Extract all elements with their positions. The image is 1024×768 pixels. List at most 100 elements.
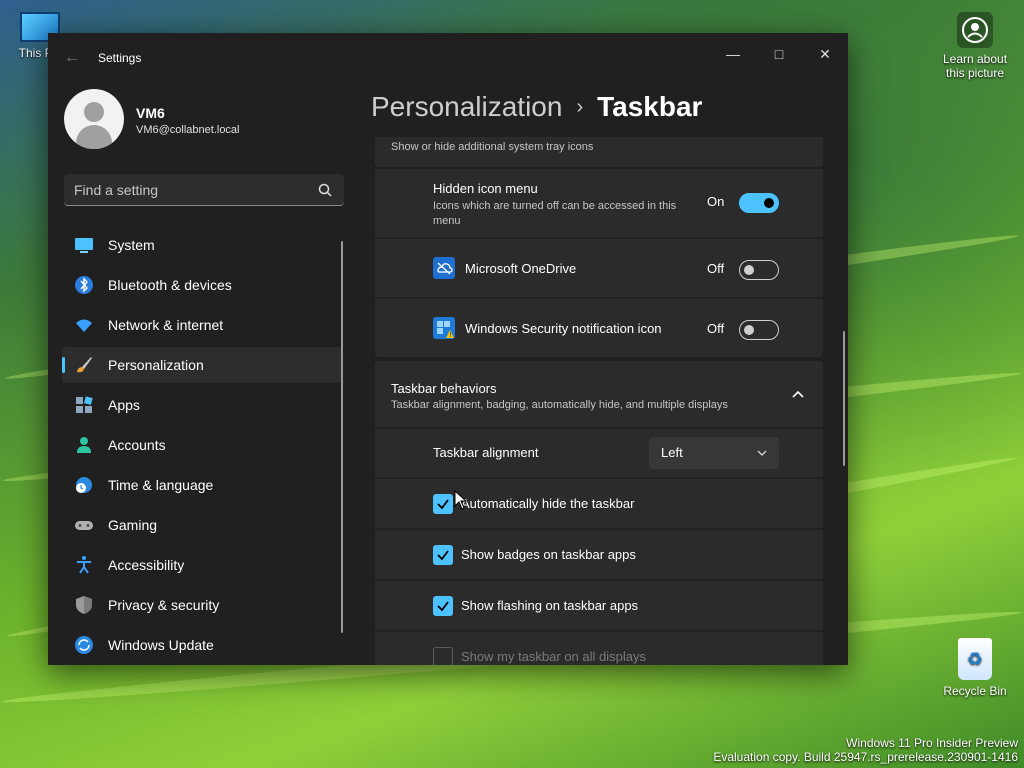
watermark-line-2: Evaluation copy. Build 25947.rs_prerelea… (713, 750, 1018, 764)
globe-clock-icon (76, 477, 92, 493)
camera-icon (957, 12, 993, 48)
page-title: Taskbar (597, 91, 703, 122)
search-icon[interactable] (318, 183, 332, 197)
accessibility-icon (77, 556, 91, 574)
all-displays-label: Show my taskbar on all displays (461, 649, 646, 664)
all-displays-checkbox[interactable] (433, 647, 453, 665)
auto-hide-label: Automatically hide the taskbar (461, 496, 635, 511)
search-box (64, 174, 344, 206)
sidebar-item-personalization[interactable]: Personalization (62, 347, 342, 383)
chevron-right-icon: › (576, 96, 584, 118)
badges-checkbox[interactable] (433, 545, 453, 565)
back-arrow-icon[interactable]: ← (64, 49, 80, 67)
sidebar-item-accessibility[interactable]: Accessibility (62, 547, 342, 583)
sidebar-item-label: Apps (108, 397, 140, 413)
sidebar-item-label: Bluetooth & devices (108, 277, 232, 293)
person-icon (77, 437, 91, 453)
hidden-icon-menu-description: Icons which are turned off can be access… (433, 200, 677, 227)
wifi-icon (76, 319, 92, 332)
brush-icon (77, 357, 92, 373)
breadcrumb: Personalization › Taskbar (371, 91, 702, 123)
maximize-button[interactable]: □ (756, 39, 802, 69)
update-icon (75, 636, 93, 654)
sidebar-item-accounts[interactable]: Accounts (62, 427, 342, 463)
sidebar-item-label: Accounts (108, 437, 166, 453)
monitor-icon (75, 238, 93, 253)
settings-content: Show or hide additional system tray icon… (375, 137, 823, 665)
taskbar-behaviors-title: Taskbar behaviors (391, 381, 497, 396)
desktop-icon-recycle-bin[interactable]: ♻ Recycle Bin (940, 638, 1010, 698)
onedrive-toggle[interactable] (739, 260, 779, 280)
taskbar-alignment-dropdown[interactable]: Left (649, 437, 779, 469)
windows-security-icon: ! (433, 317, 455, 339)
sidebar-item-system[interactable]: System (62, 227, 342, 263)
evaluation-watermark: Windows 11 Pro Insider Preview Evaluatio… (713, 736, 1018, 764)
flashing-checkbox[interactable] (433, 596, 453, 616)
sidebar-item-label: Network & internet (108, 317, 224, 333)
onedrive-icon (433, 257, 455, 279)
windows-security-state: Off (707, 321, 725, 336)
sidebar-scrollbar[interactable] (341, 241, 343, 633)
mouse-cursor-icon (454, 490, 468, 510)
minimize-button[interactable]: — (710, 39, 756, 69)
chevron-down-icon (757, 450, 767, 456)
svg-text:!: ! (449, 332, 451, 339)
tray-icons-header-card[interactable]: Show or hide additional system tray icon… (375, 137, 823, 167)
badges-row: Show badges on taskbar apps (375, 530, 823, 579)
sidebar-item-privacy[interactable]: Privacy & security (62, 587, 342, 623)
sidebar-item-bluetooth[interactable]: Bluetooth & devices (62, 267, 342, 303)
sidebar-item-label: Privacy & security (108, 597, 220, 613)
hidden-icon-menu-state: On (707, 194, 725, 209)
search-input[interactable] (74, 180, 304, 200)
onedrive-row: Microsoft OneDrive Off (375, 239, 823, 297)
checkmark-icon (437, 550, 449, 561)
desktop-icon-learn-about-picture[interactable]: Learn about this picture (936, 12, 1014, 80)
sidebar-item-network[interactable]: Network & internet (62, 307, 342, 343)
windows-security-title: Windows Security notification icon (465, 321, 662, 336)
checkmark-icon (437, 601, 449, 612)
watermark-line-1: Windows 11 Pro Insider Preview (846, 736, 1018, 750)
learn-label-2: this picture (945, 66, 1005, 80)
chevron-up-icon[interactable] (789, 385, 807, 403)
user-email: VM6@collabnet.local (136, 124, 240, 136)
close-button[interactable]: ✕ (802, 39, 848, 69)
settings-window: ← Settings — □ ✕ VM6 VM6@collabnet.local… (48, 33, 848, 665)
all-displays-row: Show my taskbar on all displays (375, 632, 823, 665)
taskbar-alignment-row: Taskbar alignment Left (375, 429, 823, 477)
sidebar-item-label: Personalization (108, 357, 204, 373)
onedrive-title: Microsoft OneDrive (465, 261, 577, 276)
sidebar-item-label: Gaming (108, 517, 158, 533)
flashing-row: Show flashing on taskbar apps (375, 581, 823, 630)
shield-icon (76, 596, 92, 614)
sidebar-item-windows-update[interactable]: Windows Update (62, 627, 342, 663)
learn-label-1: Learn about (942, 52, 1008, 66)
title-bar[interactable]: ← Settings — □ ✕ (48, 33, 848, 81)
windows-security-row: ! Windows Security notification icon Off (375, 299, 823, 357)
hidden-icon-menu-toggle[interactable] (739, 193, 779, 213)
window-title: Settings (98, 51, 142, 65)
sidebar-item-label: Windows Update (108, 637, 214, 653)
gamepad-icon (75, 521, 93, 530)
auto-hide-checkbox[interactable] (433, 494, 453, 514)
sidebar-item-gaming[interactable]: Gaming (62, 507, 342, 543)
bluetooth-icon (75, 276, 93, 294)
avatar (64, 89, 124, 149)
apps-icon (76, 396, 93, 413)
checkmark-icon (437, 499, 449, 510)
tray-icons-description: Show or hide additional system tray icon… (391, 141, 594, 153)
taskbar-behaviors-description: Taskbar alignment, badging, automaticall… (391, 399, 728, 411)
hidden-icon-menu-row: Hidden icon menu Icons which are turned … (375, 169, 823, 237)
windows-security-toggle[interactable] (739, 320, 779, 340)
badges-label: Show badges on taskbar apps (461, 547, 636, 562)
sidebar-item-apps[interactable]: Apps (62, 387, 342, 423)
taskbar-behaviors-header[interactable]: Taskbar behaviors Taskbar alignment, bad… (375, 361, 823, 427)
auto-hide-row: Automatically hide the taskbar (375, 479, 823, 528)
breadcrumb-parent[interactable]: Personalization (371, 91, 562, 122)
user-name: VM6 (136, 105, 165, 121)
sidebar-item-label: Accessibility (108, 557, 185, 573)
sidebar-item-time-language[interactable]: Time & language (62, 467, 342, 503)
flashing-label: Show flashing on taskbar apps (461, 598, 639, 613)
sidebar-nav: System Bluetooth & devices Network & int… (62, 227, 342, 665)
recycle-bin-icon: ♻ (958, 638, 992, 680)
content-scrollbar[interactable] (843, 331, 845, 466)
